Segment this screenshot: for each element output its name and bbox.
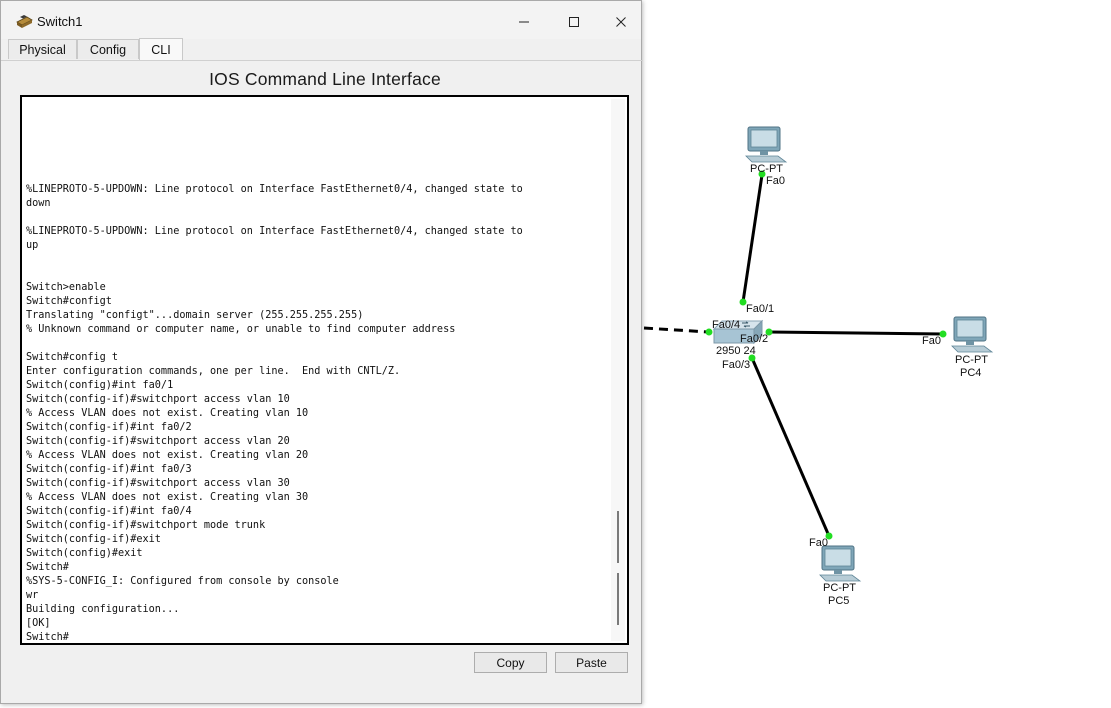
pc-top-port-label: Fa0 <box>766 175 785 187</box>
pc5-name-label: PC5 <box>828 595 850 607</box>
switch-model-label: 2950 24 <box>716 345 756 357</box>
pc5-port-label: Fa0 <box>809 537 828 549</box>
switch-port-fa03-label: Fa0/3 <box>722 359 751 371</box>
topology-canvas: PC-PT Fa0 Fa0/1 Fa0/4 Fa0/2 2950 24 Fa0/… <box>0 0 1111 708</box>
pc4-type-label: PC-PT <box>955 354 988 366</box>
pc5-icon[interactable] <box>818 545 862 583</box>
link-fa02-pc4[interactable] <box>768 330 944 336</box>
link-fa01-pc-top[interactable] <box>741 174 764 303</box>
pc4-icon[interactable] <box>950 316 994 354</box>
topology-links <box>643 170 947 540</box>
switch-port-fa01-label: Fa0/1 <box>746 303 775 315</box>
switch-port-fa02-label: Fa0/2 <box>740 333 769 345</box>
pc4-name-label: PC4 <box>960 367 982 379</box>
switch-port-fa04-label: Fa0/4 <box>712 319 741 331</box>
link-fa03-pc5[interactable] <box>750 357 831 537</box>
pc-top-type-label: PC-PT <box>750 163 783 175</box>
pc4-port-label: Fa0 <box>922 335 941 347</box>
link-fa04-trunk[interactable] <box>643 326 709 334</box>
pc5-type-label: PC-PT <box>823 582 856 594</box>
pc-top-icon[interactable] <box>744 126 788 164</box>
